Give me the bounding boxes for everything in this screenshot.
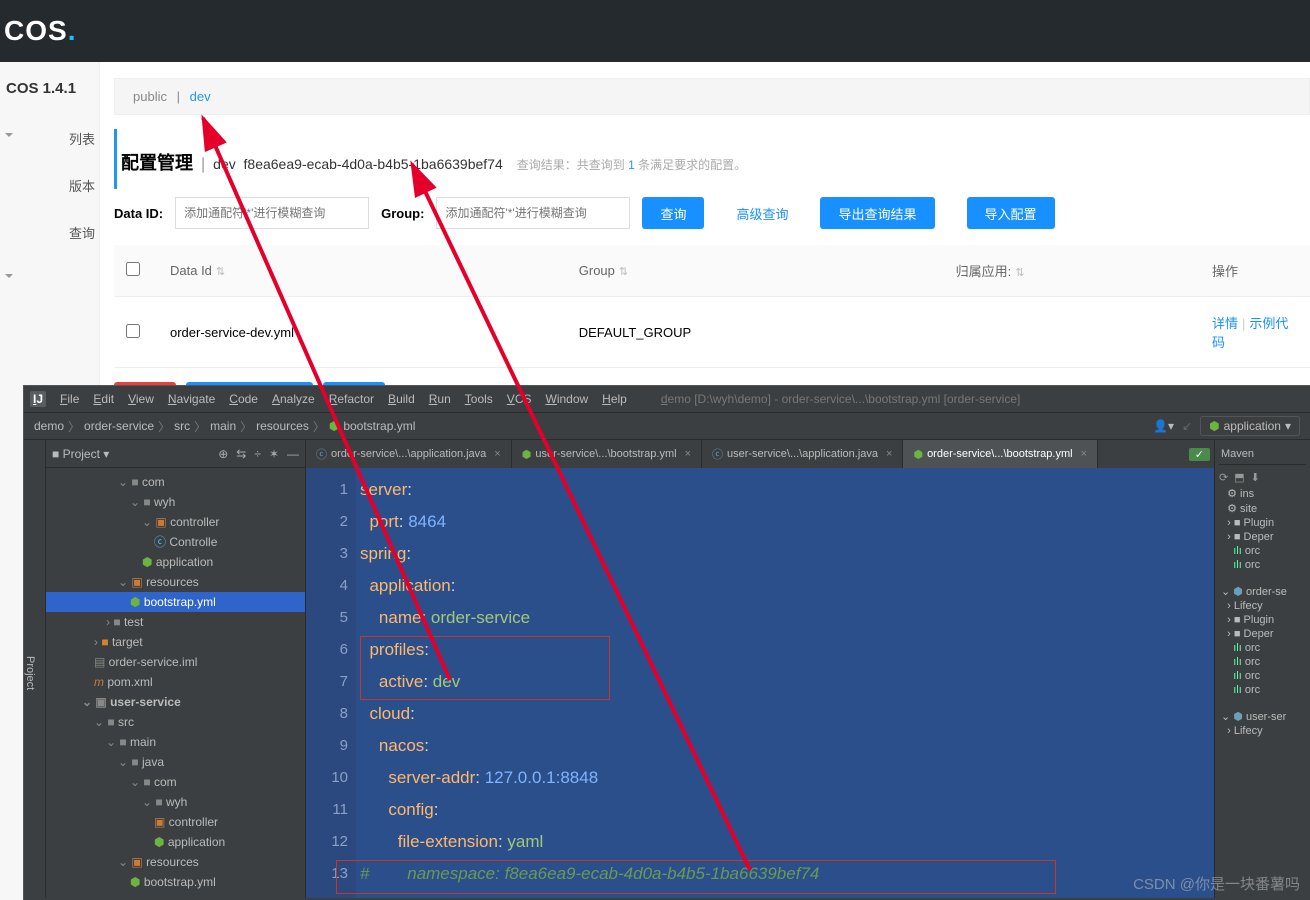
page-title: 配置管理: [121, 149, 193, 175]
editor-tab-0[interactable]: ⓒorder-service\...\application.java×: [306, 440, 512, 468]
maven-panel: Maven ⟳⬒⬇ ⚙ ins ⚙ site › ■ Plugin › ■ De…: [1214, 440, 1310, 898]
ns-tab-dev[interactable]: dev: [190, 89, 211, 104]
sidebar-collapse[interactable]: [0, 256, 99, 284]
ide-icon: IJ: [30, 391, 46, 407]
cell-data-id: order-service-dev.yml: [158, 297, 567, 368]
row-checkbox[interactable]: [126, 324, 140, 338]
menu-build[interactable]: Build: [388, 392, 415, 406]
page-title-row: 配置管理 | dev f8ea6ea9-ecab-4d0a-b4b5-1ba66…: [114, 129, 1310, 189]
group-label: Group:: [381, 206, 424, 221]
expand-icon[interactable]: ⇆: [236, 447, 246, 461]
hide-icon[interactable]: —: [287, 447, 299, 461]
ns-tab-public[interactable]: public: [133, 89, 167, 104]
table-row: order-service-dev.yml DEFAULT_GROUP 详情|示…: [114, 297, 1310, 368]
menu-window[interactable]: Window: [545, 392, 588, 406]
menu-help[interactable]: Help: [602, 392, 627, 406]
settings-icon[interactable]: ✶: [269, 447, 279, 461]
ide-path: demo [D:\wyh\demo] - order-service\...\b…: [661, 392, 1020, 406]
download-icon[interactable]: ⬇: [1251, 471, 1260, 484]
project-panel: ■ Project ▾ ⊕ ⇆ ÷ ✶ — ⌄ ■ com⌄ ■ wyh⌄ ▣ …: [46, 440, 306, 898]
sidebar-item-1[interactable]: 版本: [0, 162, 99, 209]
data-id-label: Data ID:: [114, 206, 163, 221]
menu-file[interactable]: File: [60, 392, 79, 406]
version-label: COS 1.4.1: [0, 62, 99, 115]
detail-link[interactable]: 详情: [1212, 316, 1238, 331]
import-config-button[interactable]: 导入配置: [967, 197, 1055, 229]
watermark: CSDN @你是一块番薯吗: [1133, 873, 1300, 894]
checkmark-icon[interactable]: ✓: [1189, 448, 1210, 461]
collapse-icon[interactable]: ÷: [254, 447, 261, 461]
sidebar-item-0[interactable]: 列表: [0, 115, 99, 162]
config-table: Data Id⇅ Group⇅ 归属应用:⇅ 操作 order-service-…: [114, 245, 1310, 368]
query-button[interactable]: 查询: [642, 197, 704, 229]
group-input[interactable]: [436, 197, 630, 229]
menu-code[interactable]: Code: [229, 392, 258, 406]
export-results-button[interactable]: 导出查询结果: [820, 197, 934, 229]
project-tree[interactable]: ⌄ ■ com⌄ ■ wyh⌄ ▣ controllerⓒ Controlle⬢…: [46, 468, 305, 896]
menu-navigate[interactable]: Navigate: [168, 392, 215, 406]
close-icon[interactable]: ×: [685, 448, 691, 460]
editor-tab-3[interactable]: ⬢order-service\...\bootstrap.yml×: [903, 440, 1098, 468]
highlight-namespace: [336, 860, 1056, 894]
menu-edit[interactable]: Edit: [93, 392, 114, 406]
advanced-query-link[interactable]: 高级查询: [736, 204, 788, 223]
nacos-header: COS.: [0, 0, 1310, 62]
menu-tools[interactable]: Tools: [465, 392, 493, 406]
menu-analyze[interactable]: Analyze: [272, 392, 315, 406]
menu-refactor[interactable]: Refactor: [329, 392, 374, 406]
refresh-icon[interactable]: ⟳: [1219, 471, 1228, 484]
ide-menubar: IJ File Edit View Navigate Code Analyze …: [24, 386, 1310, 412]
user-icon[interactable]: 👤▾: [1153, 419, 1174, 433]
menu-vcs[interactable]: VCS: [507, 392, 532, 406]
result-count: 查询结果：共查询到 1 条满足要求的配置。: [517, 156, 746, 173]
select-all-checkbox[interactable]: [126, 262, 140, 276]
data-id-input[interactable]: [175, 197, 369, 229]
run-config[interactable]: ⬢application▾: [1200, 416, 1300, 436]
breadcrumb: demo〉 order-service〉 src〉 main〉 resource…: [24, 412, 1310, 440]
sidebar-item-2[interactable]: 查询: [0, 209, 99, 256]
editor-tab-1[interactable]: ⬢user-service\...\bootstrap.yml×: [512, 440, 702, 468]
ide-window: IJ File Edit View Navigate Code Analyze …: [24, 386, 1310, 900]
cell-group: DEFAULT_GROUP: [567, 297, 944, 368]
logo: COS.: [4, 15, 76, 47]
target-icon[interactable]: ⊕: [218, 447, 228, 461]
menu-view[interactable]: View: [128, 392, 154, 406]
project-tool-tab[interactable]: Project: [24, 440, 46, 898]
close-icon[interactable]: ×: [886, 448, 892, 460]
namespace-id: f8ea6ea9-ecab-4d0a-b4b5-1ba6639bef74: [244, 156, 503, 172]
close-icon[interactable]: ×: [494, 448, 500, 460]
editor-tab-2[interactable]: ⓒuser-service\...\application.java×: [702, 440, 903, 468]
close-icon[interactable]: ×: [1081, 448, 1087, 460]
editor-tabs: ⓒorder-service\...\application.java× ⬢us…: [306, 440, 1214, 468]
menu-run[interactable]: Run: [429, 392, 451, 406]
namespace-tabs: public | dev: [114, 78, 1310, 115]
code-editor[interactable]: 12345678910111213 server: port: 8464 spr…: [306, 468, 1214, 898]
highlight-profiles: [360, 636, 610, 700]
